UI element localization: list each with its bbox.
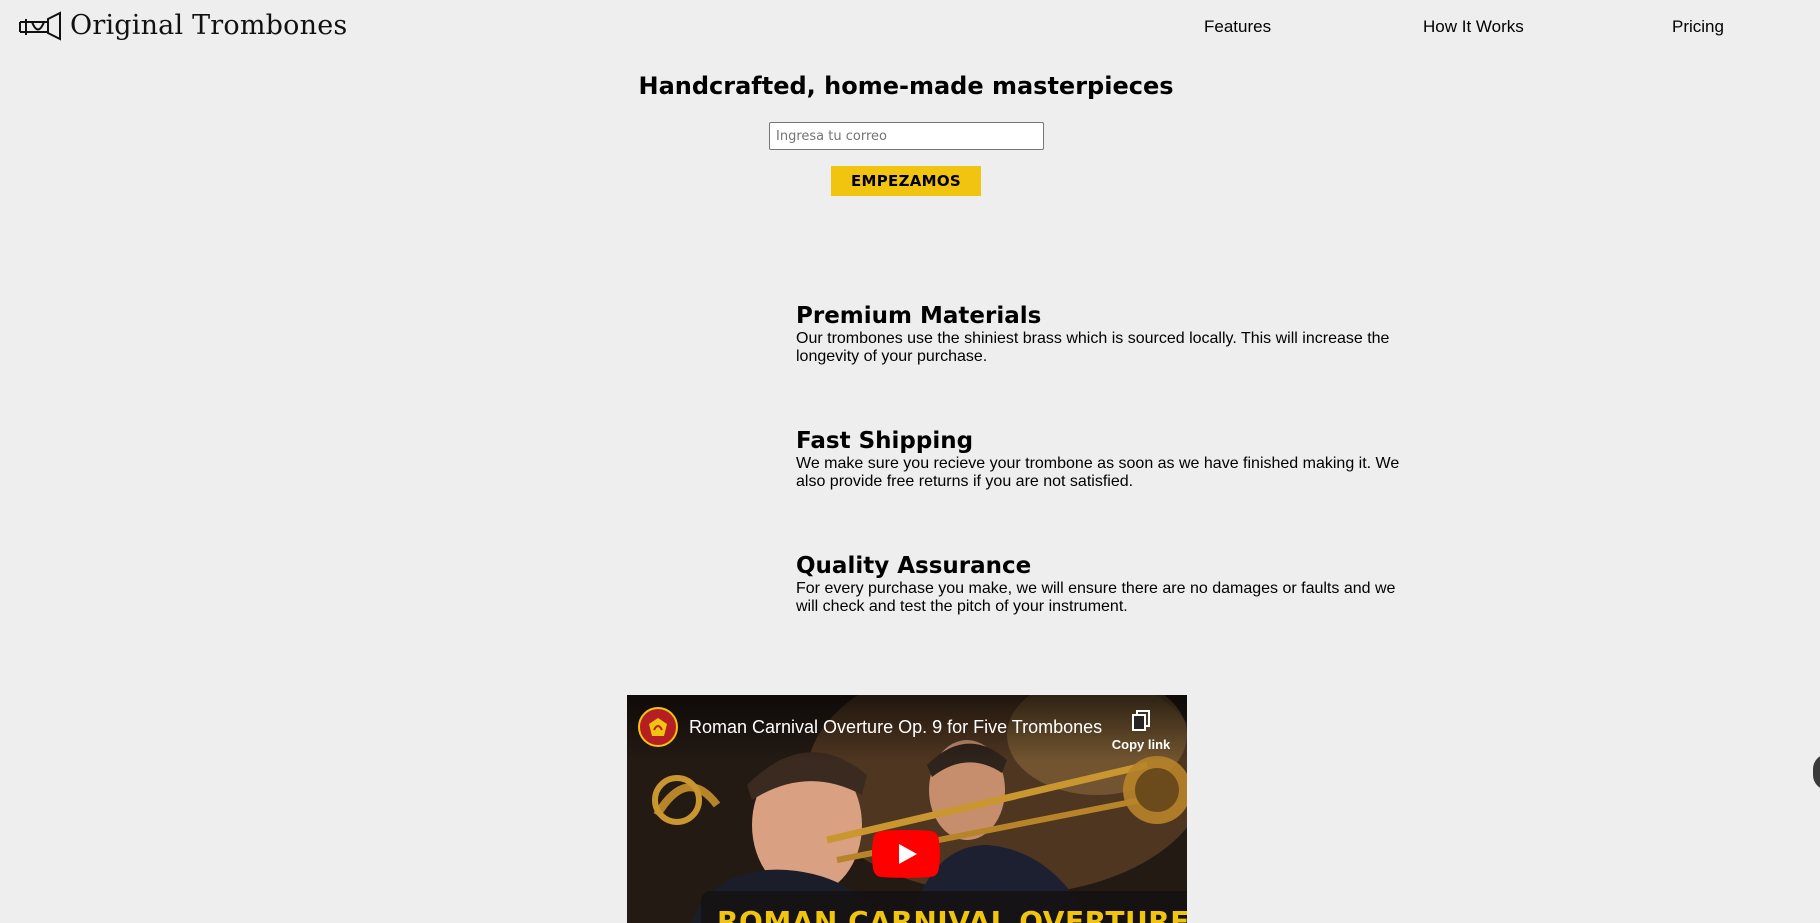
- nav-link-how-it-works[interactable]: How It Works: [1423, 17, 1524, 37]
- feature-quality-assurance: Quality Assurance For every purchase you…: [796, 552, 1416, 616]
- feature-text: We make sure you recieve your trombone a…: [796, 455, 1400, 490]
- feature-text: Our trombones use the shiniest brass whi…: [796, 330, 1390, 365]
- feature-title: Quality Assurance: [796, 553, 1032, 579]
- page: Original Trombones Features How It Works…: [0, 0, 1820, 923]
- youtube-play-icon: [872, 830, 940, 878]
- video-title[interactable]: Roman Carnival Overture Op. 9 for Five T…: [689, 716, 1102, 738]
- copy-link-label: Copy link: [1111, 737, 1171, 752]
- nav-link-features[interactable]: Features: [1204, 17, 1271, 37]
- video-embed[interactable]: Roman Carnival Overture Op. 9 for Five T…: [627, 695, 1187, 923]
- feature-title: Premium Materials: [796, 303, 1042, 329]
- floating-side-button[interactable]: [1813, 754, 1820, 790]
- trombone-icon: [19, 11, 61, 41]
- get-started-button[interactable]: EMPEZAMOS: [831, 166, 981, 196]
- nav-link-pricing[interactable]: Pricing: [1672, 17, 1724, 37]
- logo-text: Original Trombones: [70, 10, 348, 41]
- channel-logo-icon: [649, 718, 667, 736]
- hero-title: Handcrafted, home-made masterpieces: [638, 72, 1174, 100]
- logo[interactable]: Original Trombones: [18, 8, 347, 44]
- copy-link-button[interactable]: Copy link: [1105, 697, 1177, 755]
- copy-icon: [1132, 710, 1150, 731]
- feature-title: Fast Shipping: [796, 428, 974, 454]
- feature-premium-materials: Premium Materials Our trombones use the …: [796, 302, 1416, 366]
- video-overlay-text: ROMAN CARNIVAL OVERTURE: [717, 905, 1187, 923]
- email-input[interactable]: [769, 122, 1044, 150]
- feature-fast-shipping: Fast Shipping We make sure you recieve y…: [796, 427, 1416, 491]
- channel-avatar[interactable]: [638, 707, 678, 747]
- feature-text: For every purchase you make, we will ens…: [796, 580, 1396, 615]
- youtube-play-button[interactable]: [872, 830, 940, 878]
- header: Original Trombones Features How It Works…: [0, 0, 1820, 56]
